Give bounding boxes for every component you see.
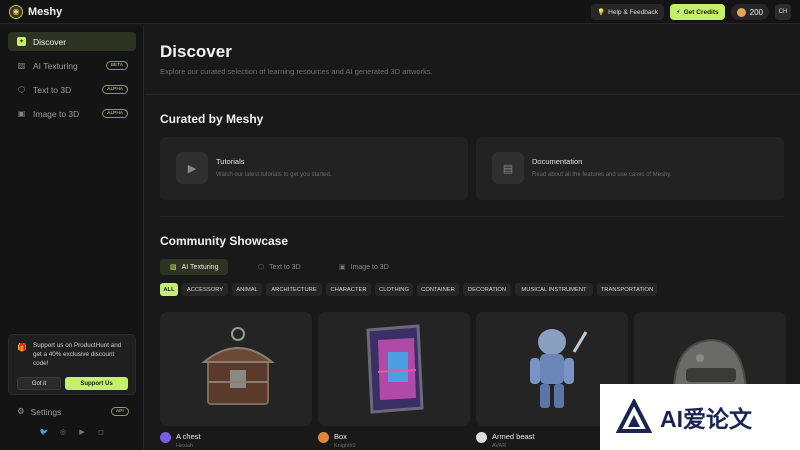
documentation-card[interactable]: ▤ Documentation Read about all the featu… <box>476 137 784 200</box>
sidebar-item-image-to-3d[interactable]: ▣ Image to 3D ALPHA <box>8 104 136 123</box>
card-author: Knight#2 <box>334 443 356 449</box>
settings-label: Settings <box>30 406 62 417</box>
image-icon: ▣ <box>339 264 346 271</box>
texture-icon: ▨ <box>17 61 26 70</box>
user-avatar[interactable]: CH <box>775 4 791 20</box>
curated-card-title: Documentation <box>532 157 583 166</box>
lightning-icon: ⚡ <box>676 9 681 16</box>
watermark: AI爱论文 <box>600 384 800 450</box>
discord-icon[interactable]: ◎ <box>59 428 67 436</box>
cube-icon: ⬡ <box>18 85 25 94</box>
sidebar-item-label: Discover <box>33 36 67 47</box>
card-author: AVAR <box>492 443 507 449</box>
sidebar-item-label: AI Texturing <box>33 60 78 71</box>
card-title: A chest <box>176 432 201 441</box>
sidebar: ✦ Discover ▨ AI Texturing BETA ⬡ Text to… <box>0 25 144 450</box>
producthunt-promo: 🎁 Support us on ProductHunt and get a 40… <box>8 334 136 395</box>
compass-icon: ✦ <box>17 37 26 46</box>
tutorials-card[interactable]: ▶ Tutorials Watch our latest tutorials t… <box>160 137 468 200</box>
filter-chip-container[interactable]: CONTAINER <box>417 283 459 296</box>
document-icon: ▤ <box>492 152 524 184</box>
card-title: Armed beast <box>492 432 535 441</box>
social-links: 🐦 ◎ ▶ ◻ <box>40 428 105 436</box>
tab-label: Image to 3D <box>350 263 389 271</box>
card-title: Box <box>334 432 347 441</box>
twitter-icon[interactable]: 🐦 <box>40 428 49 436</box>
app-name: Meshy <box>28 5 63 18</box>
showcase-card[interactable] <box>160 312 312 426</box>
filter-chip-all[interactable]: ALL <box>160 283 178 296</box>
filter-chip-musical-instrument[interactable]: MUSICAL INSTRUMENT <box>515 283 593 296</box>
get-credits-label: Get Credits <box>683 8 719 16</box>
showcase-section-title: Community Showcase <box>160 234 289 248</box>
coin-icon <box>736 7 746 17</box>
texture-icon: ▨ <box>170 264 177 271</box>
image-icon: ▣ <box>17 109 26 118</box>
got-it-button[interactable]: Got it <box>17 377 61 390</box>
author-avatar <box>318 432 329 443</box>
support-us-button[interactable]: Support Us <box>65 377 128 390</box>
get-credits-button[interactable]: ⚡ Get Credits <box>670 4 725 20</box>
divider <box>145 94 800 95</box>
page-subtitle: Explore our curated selection of learnin… <box>160 67 433 76</box>
cube-icon: ⬡ <box>258 264 265 271</box>
beta-badge: BETA <box>105 61 128 70</box>
filter-chip-accessory[interactable]: ACCESSORY <box>182 283 228 296</box>
curated-card-title: Tutorials <box>216 157 245 166</box>
top-bar: ◉ Meshy 💡 Help & Feedback ⚡ Get Credits … <box>0 0 800 24</box>
sidebar-item-label: Text to 3D <box>33 84 72 95</box>
chest-model-preview <box>201 327 275 405</box>
filter-chip-architecture[interactable]: ARCHITECTURE <box>266 283 322 296</box>
gear-icon: ⚙ <box>17 406 25 416</box>
page-title: Discover <box>160 42 232 61</box>
card-author: Hexiah <box>176 443 194 449</box>
filter-chip-decoration[interactable]: DECORATION <box>463 283 511 296</box>
tab-label: Text to 3D <box>269 263 301 271</box>
curated-card-desc: Read about all the features and use case… <box>532 172 672 178</box>
lightbulb-icon: 💡 <box>597 9 606 16</box>
filter-chip-clothing[interactable]: CLOTHING <box>375 283 413 296</box>
youtube-icon[interactable]: ▶ <box>78 428 86 436</box>
watermark-logo-icon <box>616 399 652 433</box>
meshy-logo-icon: ◉ <box>9 4 23 19</box>
sidebar-item-text-to-3d[interactable]: ⬡ Text to 3D ALPHA <box>8 80 136 99</box>
instagram-icon[interactable]: ◻ <box>97 428 105 436</box>
help-feedback-button[interactable]: 💡 Help & Feedback <box>591 4 665 20</box>
sidebar-item-discover[interactable]: ✦ Discover <box>8 32 136 51</box>
filter-chip-character[interactable]: CHARACTER <box>326 283 371 296</box>
api-badge: API <box>111 407 129 416</box>
sidebar-item-ai-texturing[interactable]: ▨ AI Texturing BETA <box>8 56 136 75</box>
app-logo[interactable]: ◉ Meshy <box>9 4 63 19</box>
sidebar-item-settings[interactable]: ⚙ Settings <box>17 406 61 417</box>
author-avatar <box>160 432 171 443</box>
credit-balance[interactable]: 200 <box>730 4 769 20</box>
showcase-card[interactable] <box>318 312 470 426</box>
tab-image-to-3d[interactable]: ▣ Image to 3D <box>329 259 399 275</box>
tab-text-to-3d[interactable]: ⬡ Text to 3D <box>248 259 311 275</box>
box-model-preview <box>366 324 424 414</box>
alpha-badge: ALPHA <box>102 85 128 94</box>
credit-balance-value: 200 <box>749 7 763 17</box>
author-avatar <box>476 432 487 443</box>
divider <box>160 216 784 217</box>
help-feedback-label: Help & Feedback <box>608 8 659 16</box>
promo-text: Support us on ProductHunt and get a 40% … <box>33 342 122 367</box>
tab-ai-texturing[interactable]: ▨ AI Texturing <box>160 259 229 275</box>
top-actions: 💡 Help & Feedback ⚡ Get Credits 200 CH <box>591 4 791 20</box>
watermark-text: AI爱论文 <box>660 406 752 432</box>
filter-chip-transportation[interactable]: TRANSPORTATION <box>597 283 657 296</box>
filter-chip-animal[interactable]: ANIMAL <box>232 283 262 296</box>
gift-icon: 🎁 <box>17 343 27 352</box>
youtube-icon: ▶ <box>176 152 208 184</box>
curated-section-title: Curated by Meshy <box>160 112 264 126</box>
tab-label: AI Texturing <box>181 263 219 271</box>
sidebar-item-label: Image to 3D <box>33 108 80 119</box>
alpha-badge: ALPHA <box>102 109 128 118</box>
curated-card-desc: Watch our latest tutorials to get you st… <box>216 172 332 178</box>
